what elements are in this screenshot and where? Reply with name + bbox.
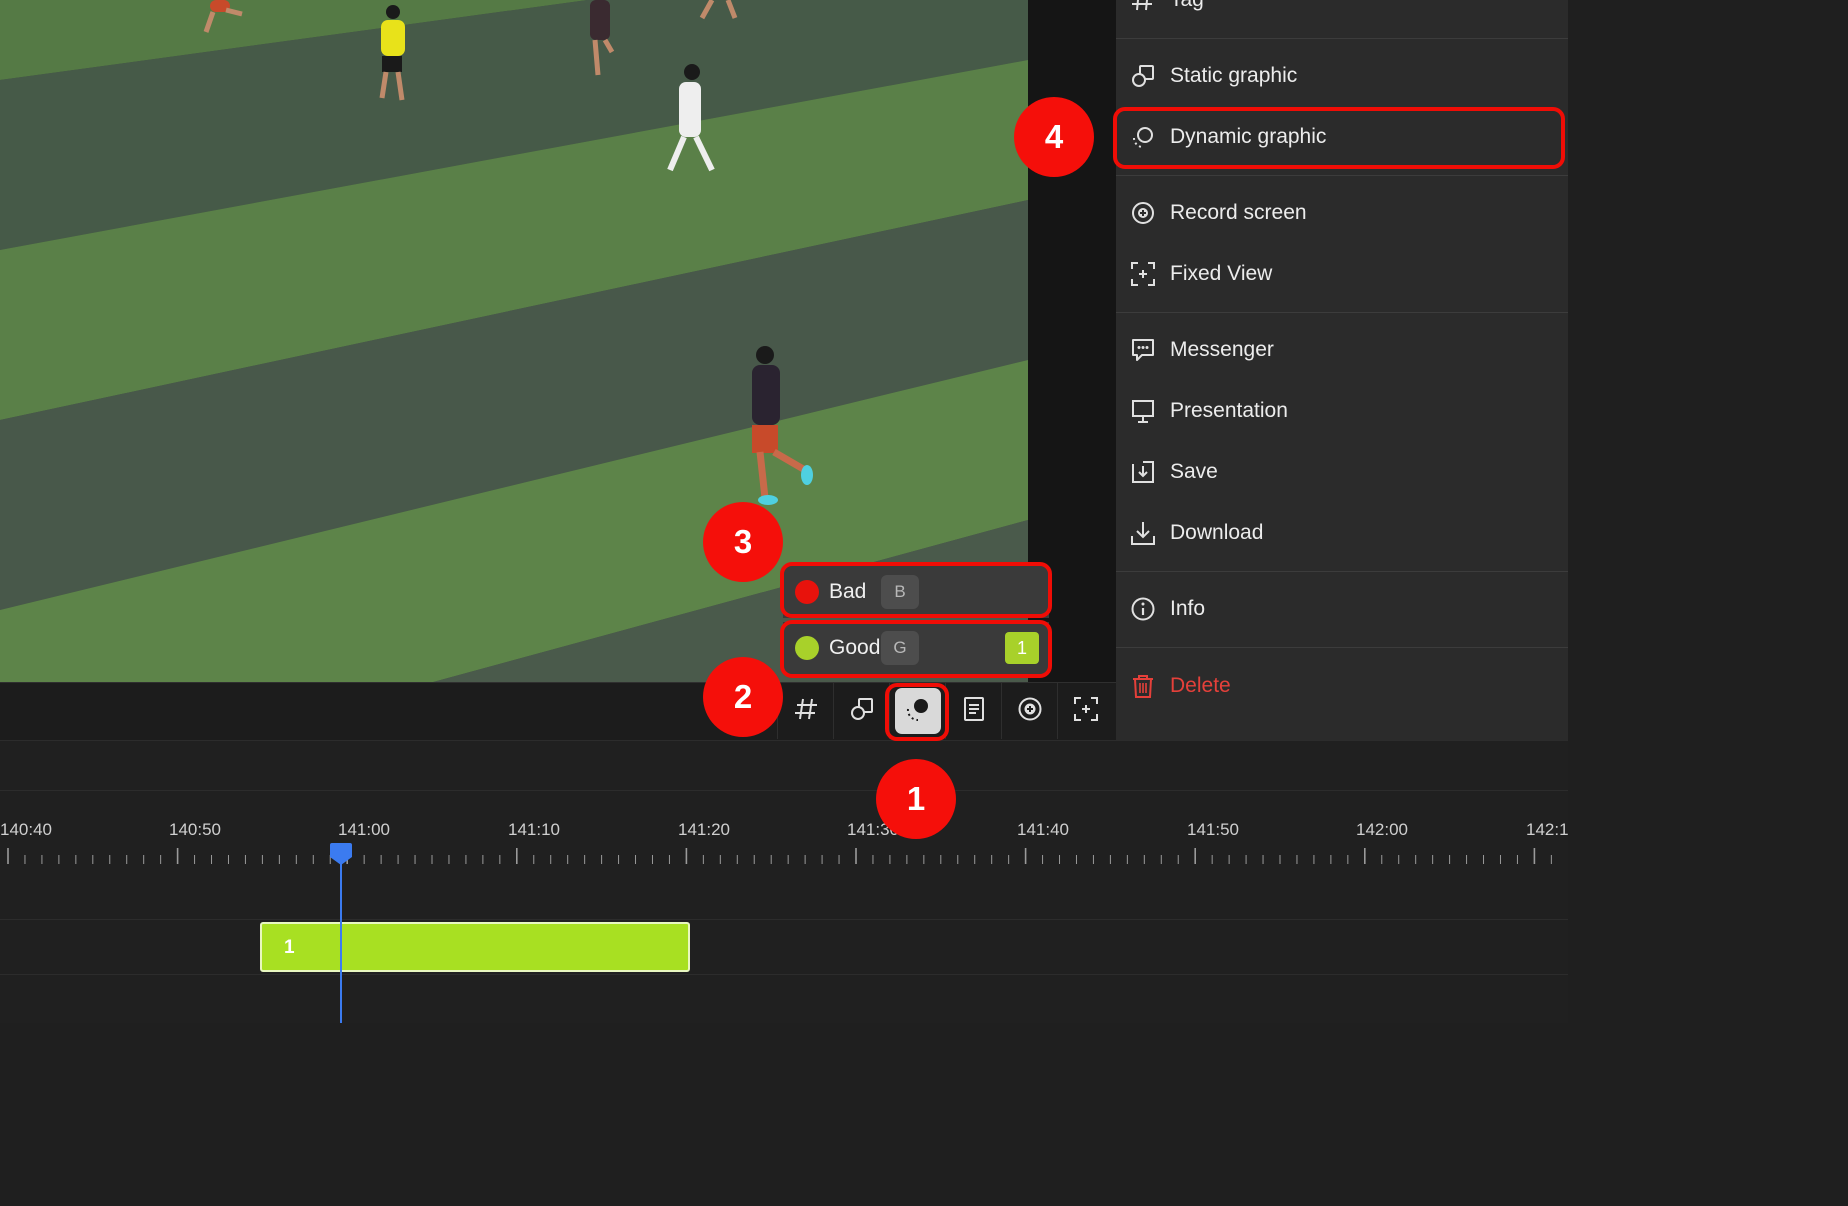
save-icon <box>1129 458 1157 486</box>
tag-color-dot <box>795 580 819 604</box>
timeline-clip[interactable]: 1 <box>260 922 690 972</box>
fixed-view-icon <box>1073 696 1099 727</box>
info-icon <box>1129 595 1157 623</box>
menu-item-static-graphic[interactable]: Static graphic <box>1116 48 1568 104</box>
menu-item-label: Messenger <box>1170 338 1274 361</box>
tag-popup: Bad B Good G 1 <box>783 566 1049 678</box>
menu-item-presentation[interactable]: Presentation <box>1116 383 1568 439</box>
messenger-icon <box>1129 336 1157 364</box>
track-divider <box>0 974 1568 975</box>
menu-item-label: Presentation <box>1170 399 1288 422</box>
menu-item-fixed-view[interactable]: Fixed View <box>1116 246 1568 302</box>
menu-item-tag[interactable]: Tag <box>1116 0 1568 28</box>
menu-divider <box>1116 175 1568 176</box>
tag-label: Good <box>829 636 881 659</box>
annotation-badge-1: 1 <box>876 759 956 839</box>
trash-icon <box>1129 672 1157 700</box>
timeline-divider <box>0 790 1568 791</box>
menu-divider <box>1116 38 1568 39</box>
menu-divider <box>1116 647 1568 648</box>
notes-icon <box>961 696 987 727</box>
timeline[interactable] <box>0 740 1568 1023</box>
dynamic-graphic-icon <box>1129 123 1157 151</box>
clip-label: 1 <box>284 937 295 958</box>
menu-divider <box>1116 312 1568 313</box>
menu-item-label: Download <box>1170 521 1264 544</box>
shapes-icon <box>849 696 875 727</box>
time-ruler[interactable]: 140:40 140:50 141:00 141:10 141:20 141:3… <box>0 810 1568 870</box>
menu-item-record-screen[interactable]: Record screen <box>1116 185 1568 241</box>
menu-item-download[interactable]: Download <box>1116 505 1568 561</box>
side-menu: Tag Static graphic Dynamic graphic Recor… <box>1116 0 1568 740</box>
menu-item-delete[interactable]: Delete <box>1116 658 1568 714</box>
static-graphic-button[interactable] <box>833 683 889 739</box>
record-screen-button[interactable] <box>1001 683 1057 739</box>
hash-icon <box>793 696 819 727</box>
menu-item-dynamic-graphic[interactable]: Dynamic graphic <box>1116 109 1568 165</box>
tag-label: Bad <box>829 580 867 603</box>
menu-item-label: Record screen <box>1170 201 1307 224</box>
tag-option-good[interactable]: Good G 1 <box>783 622 1049 674</box>
tag-color-dot <box>795 636 819 660</box>
record-icon <box>1129 199 1157 227</box>
annotation-badge-3: 3 <box>703 502 783 582</box>
tag-shortcut-key: G <box>881 631 919 665</box>
menu-item-info[interactable]: Info <box>1116 581 1568 637</box>
fixed-view-button[interactable] <box>1057 683 1113 739</box>
record-icon <box>1017 696 1043 727</box>
presentation-icon <box>1129 397 1157 425</box>
hash-icon <box>1129 0 1157 14</box>
dynamic-graphic-button[interactable] <box>889 683 945 739</box>
menu-item-messenger[interactable]: Messenger <box>1116 322 1568 378</box>
menu-item-save[interactable]: Save <box>1116 444 1568 500</box>
menu-item-label: Save <box>1170 460 1218 483</box>
annotation-badge-4: 4 <box>1014 97 1094 177</box>
playhead-handle[interactable] <box>329 843 353 865</box>
time-ticks <box>7 848 1552 864</box>
notes-button[interactable] <box>945 683 1001 739</box>
tag-option-bad[interactable]: Bad B <box>783 566 1049 618</box>
shapes-icon <box>1129 62 1157 90</box>
menu-item-label: Static graphic <box>1170 64 1298 87</box>
active-tool-highlight <box>894 688 941 734</box>
menu-item-label: Delete <box>1170 674 1231 697</box>
annotation-badge-2: 2 <box>703 657 783 737</box>
menu-item-label: Fixed View <box>1170 262 1273 285</box>
tag-count-badge: 1 <box>1005 632 1039 664</box>
drawing-toolbar <box>777 683 1113 739</box>
dynamic-graphic-icon <box>904 695 932 728</box>
fixed-view-icon <box>1129 260 1157 288</box>
tag-shortcut-key: B <box>881 575 919 609</box>
tag-button[interactable] <box>777 683 833 739</box>
playhead-line <box>340 852 342 1023</box>
menu-divider <box>1116 571 1568 572</box>
menu-item-label: Tag <box>1170 0 1204 12</box>
menu-item-label: Dynamic graphic <box>1170 125 1327 148</box>
menu-item-label: Info <box>1170 597 1206 620</box>
track-divider <box>0 919 1568 920</box>
download-icon <box>1129 519 1157 547</box>
